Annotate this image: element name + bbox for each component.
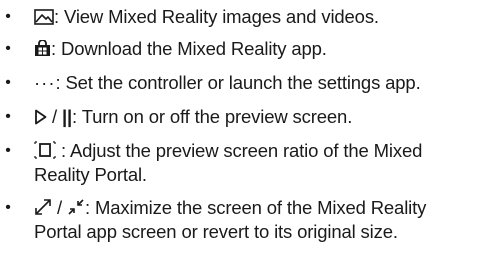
aspect-ratio-icon bbox=[34, 141, 56, 159]
restore-icon bbox=[67, 198, 85, 216]
item-text: : Adjust the preview screen ratio of the… bbox=[56, 140, 423, 161]
bullet: • bbox=[5, 108, 11, 125]
store-bag-icon bbox=[34, 40, 51, 57]
separator: / bbox=[52, 197, 67, 218]
item-text: : Download the Mixed Reality app. bbox=[51, 38, 327, 59]
item-text: : Turn on or off the preview screen. bbox=[72, 106, 353, 127]
item-text: : Maximize the screen of the Mixed Reali… bbox=[84, 197, 427, 218]
feature-icon-list: • : View Mixed Reality images and videos… bbox=[0, 0, 493, 261]
item-text-line2: Reality Portal. bbox=[34, 164, 147, 185]
bullet: • bbox=[5, 74, 11, 91]
item-text: : View Mixed Reality images and videos. bbox=[54, 6, 379, 27]
bullet: • bbox=[5, 40, 11, 57]
pause-icon: || bbox=[61, 106, 73, 127]
bullet: • bbox=[5, 199, 11, 216]
item-text: : Set the controller or launch the setti… bbox=[55, 72, 421, 93]
more-dots-icon: ··· bbox=[34, 72, 56, 93]
item-text-line2: Portal app screen or revert to its origi… bbox=[34, 221, 398, 242]
bullet: • bbox=[5, 142, 11, 159]
maximize-icon bbox=[34, 198, 52, 216]
play-icon bbox=[34, 109, 47, 125]
image-gallery-icon bbox=[34, 9, 54, 25]
bullet: • bbox=[5, 8, 11, 25]
separator: / bbox=[47, 106, 62, 127]
